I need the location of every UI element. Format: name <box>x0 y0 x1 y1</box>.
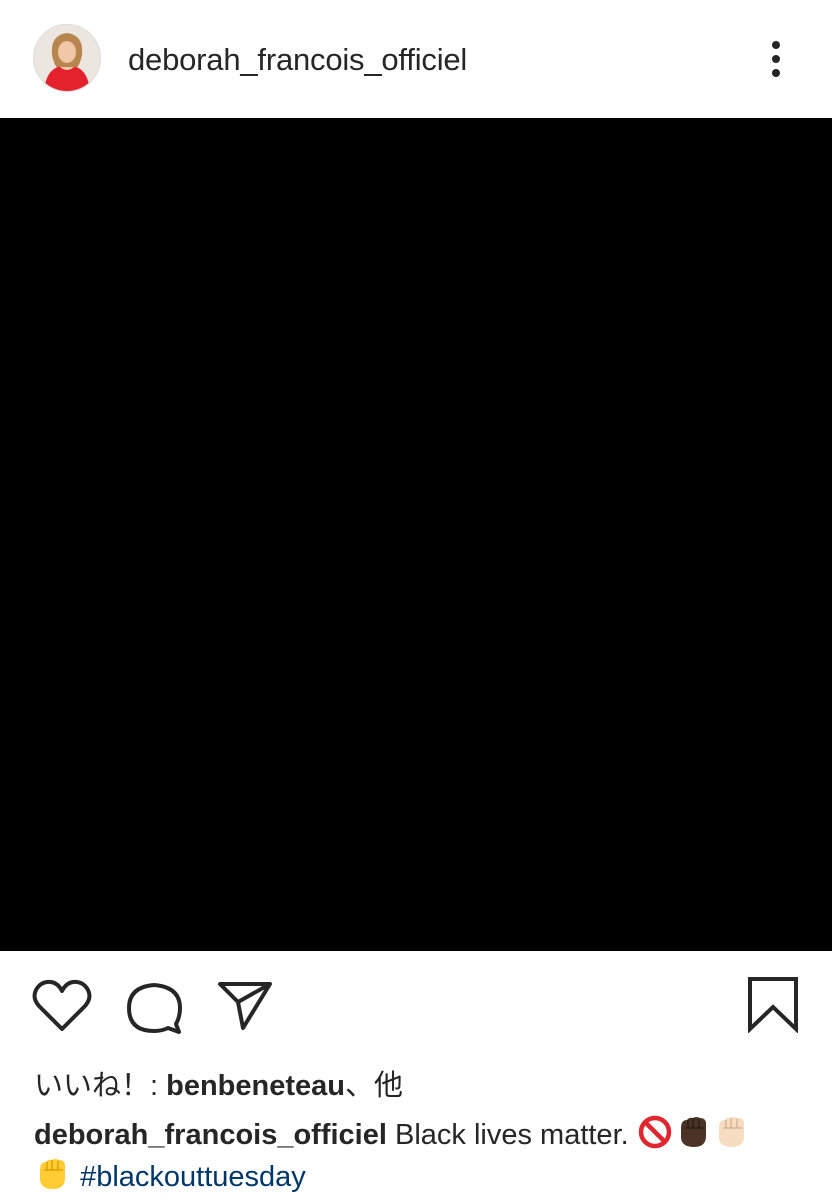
ellipsis-dot <box>772 41 780 49</box>
share-icon[interactable] <box>215 978 275 1034</box>
likes-suffix[interactable]: 、他 <box>345 1070 403 1102</box>
post-header: deborah_francois_officiel <box>0 0 832 118</box>
likes-prefix: いいね！: <box>34 1070 167 1102</box>
raised-fist-light-emoji-icon <box>713 1114 749 1150</box>
liker-username[interactable]: benbeneteau <box>166 1070 345 1102</box>
caption-username[interactable]: deborah_francois_officiel <box>34 1119 387 1151</box>
action-bar <box>0 951 832 1061</box>
more-options-icon[interactable] <box>760 38 792 80</box>
comment-icon[interactable] <box>124 980 184 1036</box>
avatar-photo <box>34 25 100 91</box>
post-username[interactable]: deborah_francois_officiel <box>128 40 467 80</box>
no-entry-emoji-icon <box>637 1114 673 1150</box>
heart-icon[interactable] <box>30 977 94 1035</box>
post-image[interactable] <box>0 118 832 951</box>
hashtag-link[interactable]: #blackouttuesday <box>80 1161 306 1193</box>
post-caption: deborah_francois_officiel Black lives ma… <box>34 1114 814 1198</box>
caption-text: Black lives matter. <box>386 1119 637 1151</box>
profile-avatar[interactable] <box>33 24 101 92</box>
likes-line: いいね！: benbeneteau、他 <box>34 1066 403 1106</box>
raised-fist-emoji-icon <box>34 1156 70 1192</box>
ellipsis-dot <box>772 69 780 77</box>
raised-fist-dark-emoji-icon <box>675 1114 711 1150</box>
bookmark-icon[interactable] <box>746 975 800 1033</box>
ellipsis-dot <box>772 55 780 63</box>
